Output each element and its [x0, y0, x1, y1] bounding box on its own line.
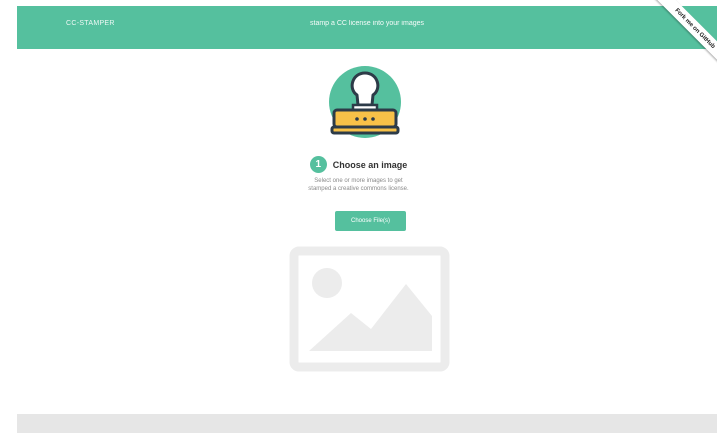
header-tagline: stamp a CC license into your images	[310, 20, 424, 27]
step-description-line: stamped a creative commons license.	[308, 186, 409, 192]
top-nav-bar: CC-STAMPER stamp a CC license into your …	[17, 6, 717, 49]
stamp-pad	[330, 125, 400, 135]
step-number-badge: 1	[309, 156, 327, 173]
step-heading: 1 Choose an image	[0, 156, 717, 173]
rubber-stamp-icon	[329, 66, 401, 138]
choose-files-button[interactable]: Choose File(s)	[335, 211, 406, 231]
step-description: Select one or more images to get stamped…	[0, 177, 717, 193]
step-description-line: Select one or more images to get	[314, 178, 403, 184]
image-placeholder-icon	[289, 246, 450, 372]
step-title: Choose an image	[332, 159, 408, 170]
footer-bar	[17, 414, 717, 433]
